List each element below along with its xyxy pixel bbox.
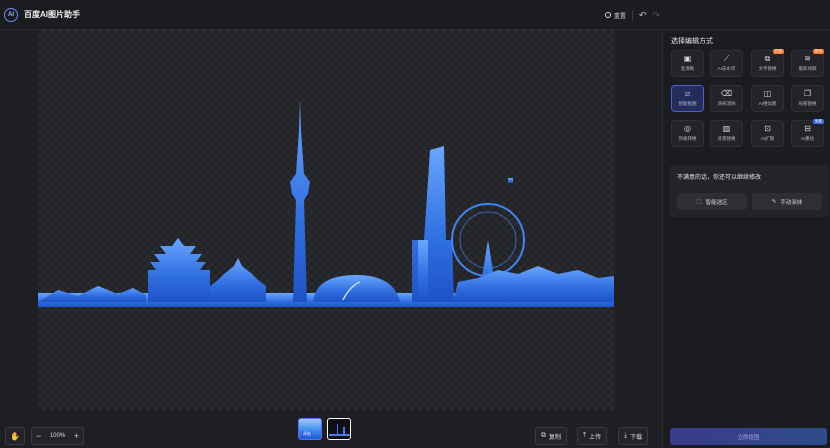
tool-label: 智能抠图: [678, 101, 697, 106]
smart-select-button[interactable]: ⬚ 智能选区: [677, 193, 747, 210]
reset-button[interactable]: 重置: [604, 11, 626, 20]
tool-label: 变清晰: [680, 66, 695, 71]
tool-label: AI去水印: [717, 66, 736, 71]
tool-label: AI相似图: [758, 101, 777, 106]
copy-button[interactable]: ⧉ 复制: [535, 427, 568, 445]
wand-icon: ⟋: [723, 54, 730, 63]
upload-label: 上传: [589, 434, 602, 441]
tool-label: AI重绘: [800, 136, 815, 141]
tool-style[interactable]: ◎ 风格转换: [671, 120, 704, 147]
bottom-toolbar: ✋ − 100% + 原图 ⧉ 复制 ⤒ 上传 ⤓ 下载: [0, 418, 662, 448]
logo-text: AI: [8, 11, 14, 18]
hand-icon: ✋: [10, 431, 20, 441]
redraw-icon: ⊟: [804, 124, 811, 133]
tool-lineart[interactable]: 新功 ≋ 最新线稿: [791, 49, 824, 77]
copy-label: 复制: [549, 434, 562, 441]
undo-icon[interactable]: ↶: [639, 10, 647, 21]
history-controls: 重置 ↶ ↷: [604, 0, 660, 30]
upload-icon: ⤒: [583, 432, 587, 439]
thumbnail-skyline-icon: [329, 424, 350, 436]
eraser-icon: ⌫: [720, 89, 733, 98]
refine-panel: 不满意的话，你还可以继续修改 ⬚ 智能选区 ✎ 手动涂抹: [669, 165, 829, 217]
similar-icon: ◫: [763, 89, 772, 98]
text-replace-icon: ⧉: [764, 54, 771, 63]
cutout-icon: ⧄: [684, 89, 691, 98]
tool-label: 最新线稿: [798, 66, 817, 71]
tool-enhance[interactable]: ▣ 变清晰: [671, 50, 704, 77]
new-badge: 新功: [813, 49, 824, 54]
tool-label: 风格转换: [678, 136, 697, 141]
download-label: 下载: [630, 434, 643, 441]
tool-label: 文字替换: [758, 66, 777, 71]
free-badge: 免费: [813, 119, 824, 124]
zoom-control: − 100% +: [31, 427, 84, 445]
tool-erase[interactable]: ⌫ 涂抹消除: [710, 85, 743, 112]
download-icon: ⤓: [624, 432, 628, 439]
sidebar-title: 选择编辑方式: [671, 38, 713, 45]
tool-label: 涂抹消除: [717, 101, 736, 106]
copy-icon: ⧉: [541, 432, 546, 439]
tool-partial-replace[interactable]: ❐ 局部替换: [791, 85, 824, 112]
image-thumbnails: 原图: [298, 418, 351, 440]
cutout-skyline-image[interactable]: [38, 90, 614, 310]
lineart-icon: ≋: [804, 54, 811, 63]
smart-select-label: 智能选区: [705, 199, 728, 206]
background-icon: ▨: [722, 124, 731, 133]
top-bar: AI 百度AI图片助手 重置 ↶ ↷: [0, 0, 830, 30]
zoom-value: 100%: [49, 433, 66, 439]
brush-icon: ✎: [771, 198, 777, 205]
thumbnail-result[interactable]: [327, 418, 351, 440]
tool-label: 背景替换: [717, 136, 736, 141]
tool-label: 局部替换: [798, 101, 817, 106]
redo-icon[interactable]: ↷: [652, 10, 660, 21]
partial-replace-icon: ❐: [803, 89, 812, 98]
upload-button[interactable]: ⤒ 上传: [577, 427, 608, 445]
tool-background[interactable]: ▨ 背景替换: [710, 120, 743, 147]
hd-icon: ▣: [683, 54, 692, 63]
tool-redraw[interactable]: 免费 ⊟ AI重绘: [791, 119, 824, 147]
canvas-area: [0, 30, 662, 448]
tool-remove-watermark[interactable]: ⟋ AI去水印: [710, 50, 743, 77]
edit-sidebar: 选择编辑方式 ▣ 变清晰 ⟋ AI去水印 付费 ⧉ 文字替换 新功 ≋ 最新线稿…: [662, 30, 830, 448]
smart-select-icon: ⬚: [696, 198, 702, 205]
reset-label: 重置: [613, 13, 626, 20]
download-button[interactable]: ⤓ 下载: [618, 427, 649, 445]
tool-text-replace[interactable]: 付费 ⧉ 文字替换: [751, 49, 784, 77]
thumbnail-original[interactable]: 原图: [298, 418, 322, 440]
tool-smart-cutout[interactable]: ⧄ 智能抠图: [671, 85, 704, 112]
tool-label: AI扩图: [760, 136, 775, 141]
app-logo-icon: AI: [4, 7, 18, 22]
refine-title: 不满意的话，你还可以继续修改: [677, 175, 762, 181]
zoom-out-button[interactable]: −: [36, 431, 41, 441]
divider: [631, 10, 633, 20]
apply-label: 立即抠图: [737, 434, 760, 441]
tool-similar[interactable]: ◫ AI相似图: [751, 85, 784, 112]
paid-badge: 付费: [773, 49, 784, 54]
manual-paint-button[interactable]: ✎ 手动涂抹: [752, 193, 822, 210]
thumbnail-tag: 原图: [302, 431, 312, 437]
style-icon: ◎: [684, 124, 691, 133]
pan-tool-button[interactable]: ✋: [5, 427, 25, 445]
expand-icon: ⊡: [764, 124, 771, 133]
zoom-in-button[interactable]: +: [74, 431, 79, 441]
reset-icon: [604, 12, 611, 18]
app-title: 百度AI图片助手: [24, 10, 80, 19]
manual-paint-label: 手动涂抹: [780, 199, 803, 206]
apply-cutout-button[interactable]: 立即抠图: [670, 428, 827, 445]
tool-expand[interactable]: ⊡ AI扩图: [751, 120, 784, 147]
